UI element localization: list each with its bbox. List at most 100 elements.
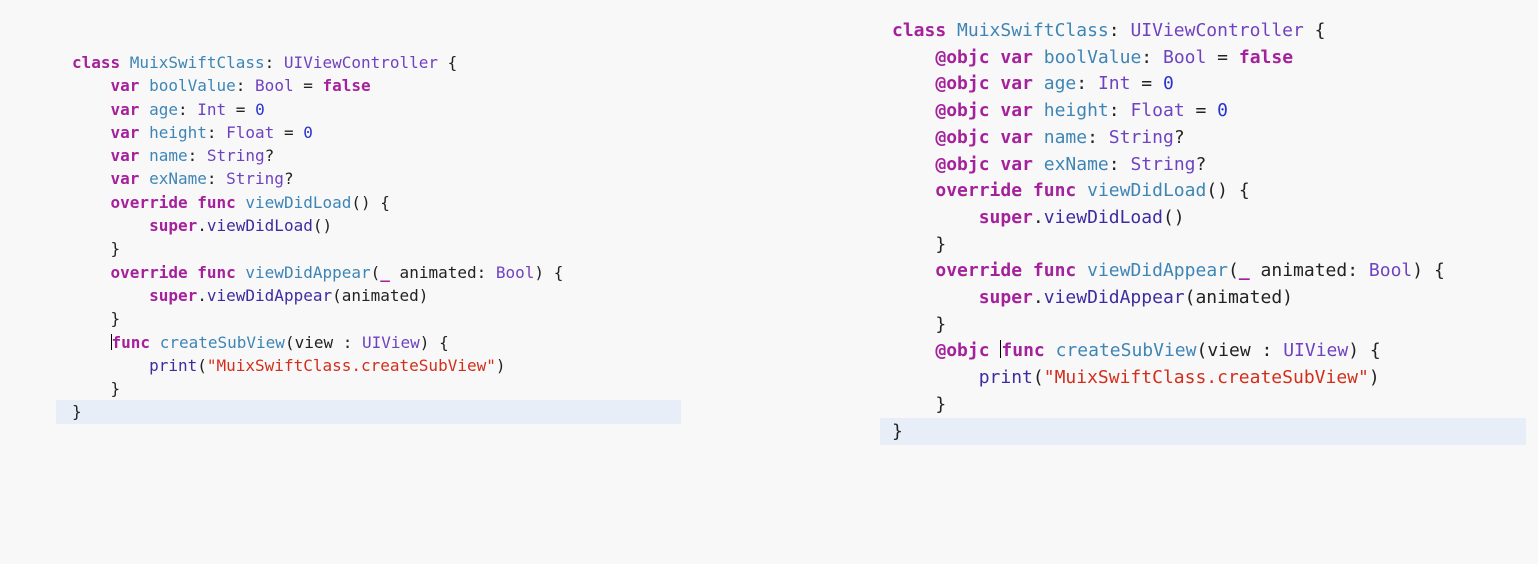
code-token: Float <box>226 122 275 142</box>
code-token: height <box>149 122 207 142</box>
code-token: : <box>1108 20 1131 41</box>
code-line[interactable]: var boolValue: Bool = false <box>72 74 563 97</box>
code-token: UIView <box>362 332 420 352</box>
code-token: super <box>149 285 198 305</box>
code-line[interactable]: override func viewDidAppear(_ animated: … <box>72 261 564 284</box>
code-line[interactable]: @objc var age: Int = 0 <box>892 71 1445 98</box>
code-line[interactable]: } <box>892 419 1445 446</box>
code-line[interactable]: @objc var exName: String? <box>892 152 1445 179</box>
code-line[interactable]: } <box>892 392 1445 419</box>
code-token: = <box>1206 46 1239 68</box>
code-token: viewDidLoad <box>1043 206 1163 228</box>
code-token: ) { <box>534 262 564 282</box>
code-line[interactable]: @objc func createSubView(view : UIView) … <box>892 338 1445 365</box>
code-line[interactable]: var height: Float = 0 <box>72 121 563 144</box>
code-token: func <box>111 332 151 352</box>
code-token: name <box>149 146 188 166</box>
code-token: boolValue <box>149 76 236 96</box>
code-token: var <box>1000 126 1033 148</box>
code-token: viewDidAppear <box>245 262 371 282</box>
right-code-editor[interactable]: class MuixSwiftClass: UIViewController {… <box>860 0 1538 564</box>
code-token: height <box>1043 100 1109 122</box>
code-token: viewDidLoad <box>206 216 313 236</box>
code-token: : <box>1076 73 1098 95</box>
code-line[interactable]: } <box>72 307 563 330</box>
code-line[interactable]: override func viewDidAppear(_ animated: … <box>892 258 1444 285</box>
right-code-block[interactable]: class MuixSwiftClass: UIViewController {… <box>892 18 1445 445</box>
code-token: } <box>72 239 121 259</box>
code-comparison-canvas: class MuixSwiftClass: UIViewController {… <box>0 0 1538 564</box>
code-token: "MuixSwiftClass.createSubView" <box>1043 367 1369 389</box>
code-line[interactable]: super.viewDidLoad() <box>892 205 1445 232</box>
code-token: func <box>197 262 236 282</box>
code-line[interactable]: super.viewDidLoad() <box>72 214 563 237</box>
code-token: print <box>978 367 1033 389</box>
code-line[interactable]: @objc var height: Float = 0 <box>892 98 1445 125</box>
code-token: var <box>110 146 140 166</box>
code-line[interactable]: } <box>72 400 563 423</box>
code-token: 0 <box>1217 100 1229 122</box>
code-line[interactable]: } <box>892 312 1445 339</box>
code-token: (animated) <box>1184 287 1293 309</box>
code-token: String <box>1108 126 1174 148</box>
code-line[interactable]: } <box>72 237 563 260</box>
code-token: } <box>72 309 121 329</box>
code-token: : <box>1141 46 1163 68</box>
code-token: _ <box>380 262 390 282</box>
code-token: 0 <box>255 99 265 119</box>
code-token: : <box>264 53 284 72</box>
left-code-editor[interactable]: class MuixSwiftClass: UIViewController {… <box>0 0 700 564</box>
code-token: super <box>978 287 1033 309</box>
left-code-block[interactable]: class MuixSwiftClass: UIViewController {… <box>72 51 563 424</box>
code-token: ? <box>1195 153 1207 175</box>
code-token: @objc <box>935 73 990 95</box>
code-token: var <box>110 169 140 189</box>
code-token: : <box>177 99 198 119</box>
code-line[interactable]: var name: String? <box>72 144 563 167</box>
code-line[interactable]: class MuixSwiftClass: UIViewController { <box>72 51 563 74</box>
code-token: Bool <box>255 76 294 96</box>
code-line[interactable]: override func viewDidLoad() { <box>72 191 563 214</box>
code-line[interactable]: } <box>892 232 1445 259</box>
code-line[interactable]: func createSubView(view : UIView) { <box>72 331 563 354</box>
code-line[interactable]: super.viewDidAppear(animated) <box>72 284 563 307</box>
code-line[interactable]: } <box>72 377 563 400</box>
code-token: ? <box>1173 126 1185 148</box>
code-line[interactable]: @objc var boolValue: Bool = false <box>892 45 1445 72</box>
code-token: } <box>892 393 947 415</box>
code-line[interactable]: var age: Int = 0 <box>72 98 563 121</box>
code-line[interactable]: super.viewDidAppear(animated) <box>892 285 1445 312</box>
code-token: super <box>978 206 1033 228</box>
code-token: } <box>72 402 82 422</box>
code-token: { <box>438 53 458 72</box>
code-line[interactable]: @objc var name: String? <box>892 125 1445 152</box>
code-line[interactable]: print("MuixSwiftClass.createSubView") <box>72 354 563 377</box>
code-token: boolValue <box>1043 46 1142 68</box>
code-token: age <box>149 99 178 119</box>
code-line[interactable]: print("MuixSwiftClass.createSubView") <box>892 365 1445 392</box>
code-token: Bool <box>1162 46 1207 68</box>
code-token: (view : <box>1196 340 1284 362</box>
code-line[interactable]: class MuixSwiftClass: UIViewController { <box>892 18 1445 45</box>
code-line[interactable]: override func viewDidLoad() { <box>892 178 1445 205</box>
code-line[interactable]: var exName: String? <box>72 167 563 190</box>
code-token: viewDidLoad <box>245 192 352 212</box>
